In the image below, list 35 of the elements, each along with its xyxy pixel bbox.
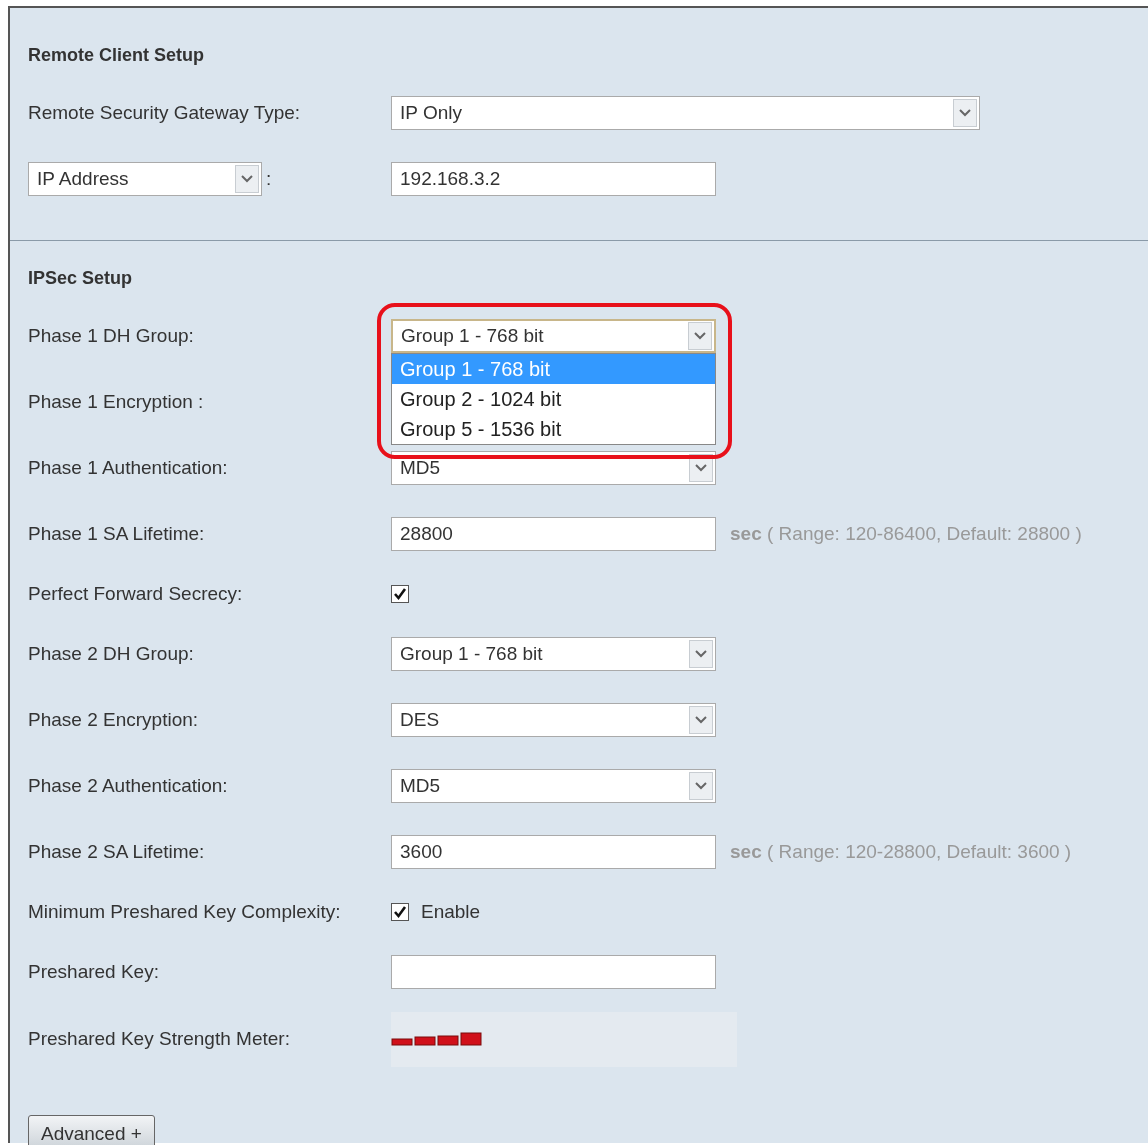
field-label: Perfect Forward Secrecy: — [28, 583, 243, 605]
field-label: Minimum Preshared Key Complexity: — [28, 901, 341, 923]
dropdown-select[interactable]: Group 1 - 768 bit — [391, 637, 716, 671]
field-label: Phase 2 SA Lifetime: — [28, 841, 205, 863]
checkbox[interactable] — [391, 585, 409, 603]
advanced-button[interactable]: Advanced + — [28, 1115, 155, 1145]
section-heading: Remote Client Setup — [28, 44, 206, 67]
field-label: : — [266, 168, 272, 190]
dropdown-select[interactable]: MD5 — [391, 769, 716, 803]
input-field[interactable] — [391, 955, 716, 989]
ip-address-field[interactable]: 192.168.3.2 — [391, 162, 716, 196]
dropdown-option[interactable]: Group 5 - 1536 bit — [392, 414, 715, 444]
section-heading: IPSec Setup — [28, 267, 134, 290]
checkbox[interactable] — [391, 903, 409, 921]
dropdown-select[interactable]: Group 1 - 768 bit — [391, 319, 716, 353]
field-label: Phase 2 DH Group: — [28, 643, 194, 665]
range-hint: sec ( Range: 120-28800, Default: 3600 ) — [730, 841, 1072, 863]
field-label: Preshared Key: — [28, 961, 159, 983]
field-label: Phase 1 Authentication: — [28, 457, 228, 479]
input-field[interactable]: 3600 — [391, 835, 716, 869]
checkbox-label: Enable — [421, 901, 481, 923]
field-label: Phase 2 Authentication: — [28, 775, 228, 797]
strength-bars-icon — [391, 1032, 483, 1046]
address-type-select[interactable]: IP Address — [28, 162, 262, 196]
dropdown-option[interactable]: Group 2 - 1024 bit — [392, 384, 715, 414]
field-label: Remote Security Gateway Type: — [28, 102, 301, 124]
input-field[interactable]: 28800 — [391, 517, 716, 551]
dropdown-select[interactable]: IP Only — [391, 96, 980, 130]
field-label: Phase 1 Encryption : — [28, 391, 204, 413]
range-hint: sec ( Range: 120-86400, Default: 28800 ) — [730, 523, 1082, 545]
field-label: Preshared Key Strength Meter: — [28, 1028, 290, 1050]
field-label: Phase 2 Encryption: — [28, 709, 199, 731]
field-label: Phase 1 SA Lifetime: — [28, 523, 205, 545]
field-label: Phase 1 DH Group: — [28, 325, 194, 347]
dropdown-select[interactable]: DES — [391, 703, 716, 737]
